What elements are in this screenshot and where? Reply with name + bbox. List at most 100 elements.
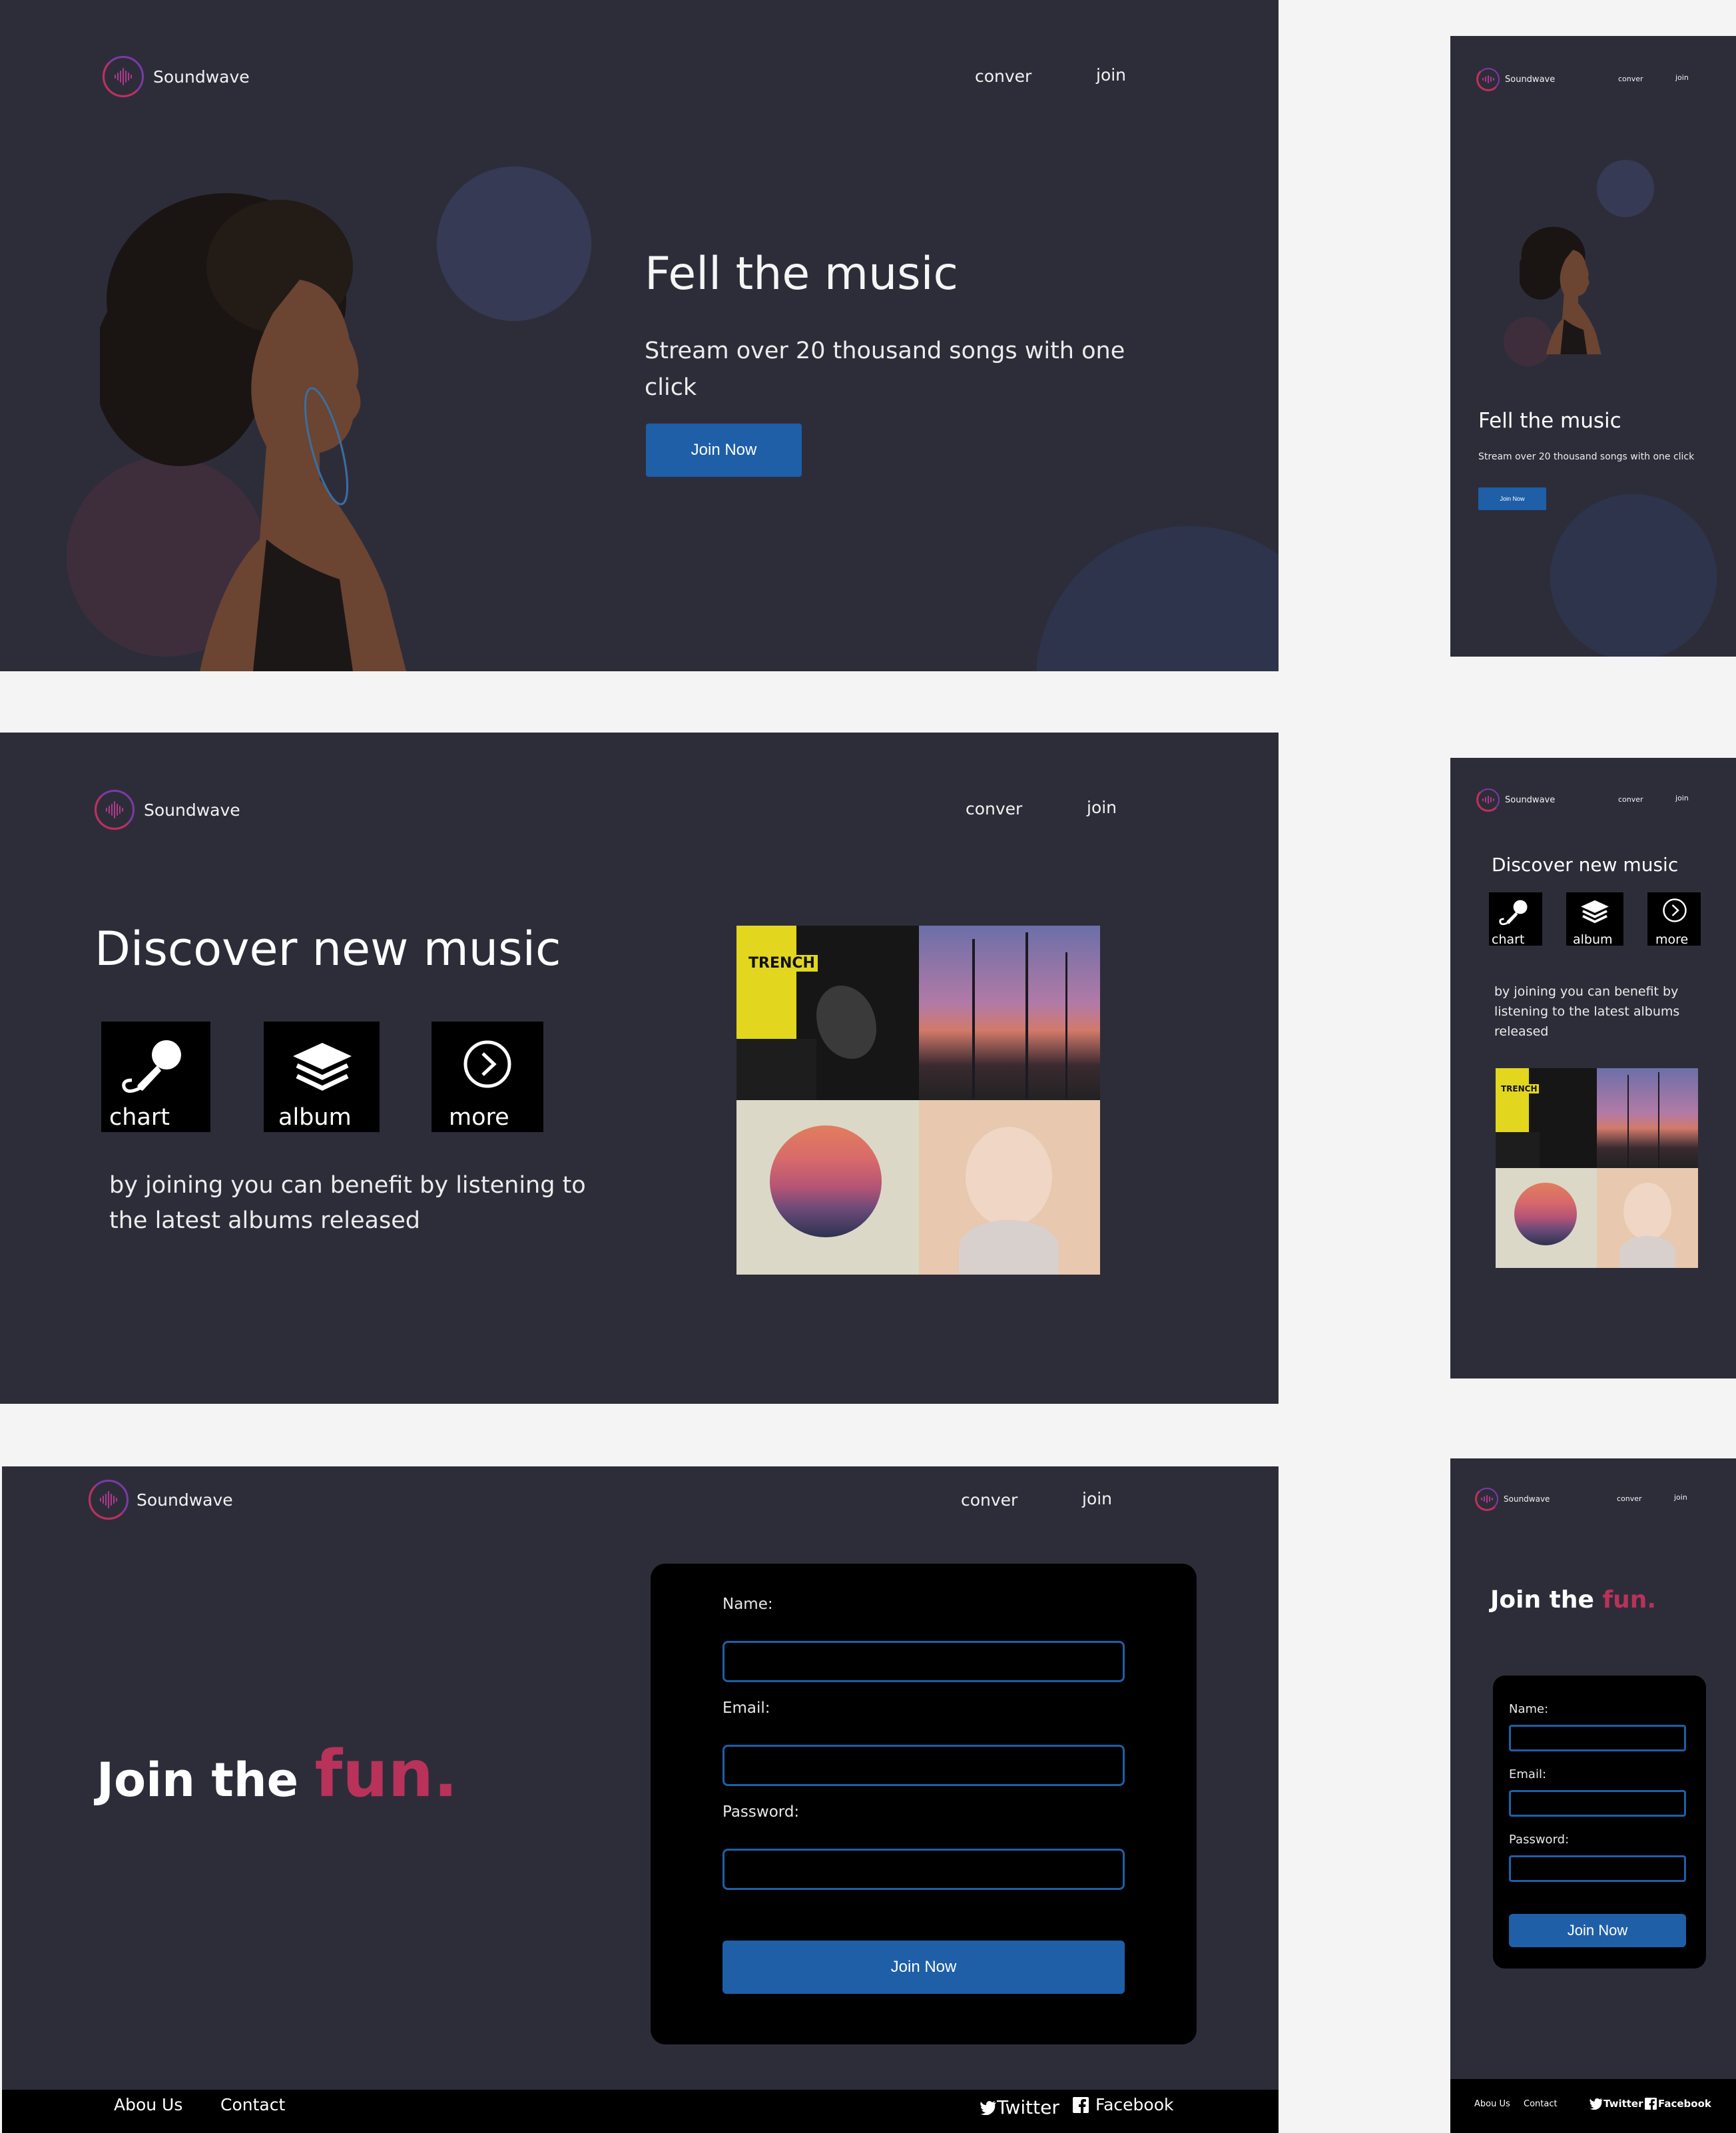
signup-form: Name: Email: Password: Join Now (1493, 1676, 1706, 1969)
palm-trees-album-cover[interactable] (919, 926, 1100, 1100)
email-input[interactable] (723, 1745, 1125, 1786)
brand-logo[interactable]: Soundwave (1476, 67, 1556, 91)
hero-join-now-button[interactable]: Join Now (1478, 487, 1546, 510)
album-tile-label: album (1573, 932, 1613, 947)
album-grid: TRENCH (736, 926, 1100, 1275)
soundwave-logo-icon (89, 1480, 129, 1520)
trench-album-cover[interactable]: TRENCH (736, 926, 919, 1100)
brand-name: Soundwave (144, 800, 240, 820)
nav-link-join[interactable]: join (1087, 798, 1117, 817)
nav-link-join[interactable]: join (1675, 73, 1689, 82)
twitter-icon (980, 2100, 996, 2115)
facebook-label: Facebook (1095, 2095, 1174, 2114)
join-title-accent: fun. (314, 1737, 458, 1811)
name-input[interactable] (723, 1641, 1125, 1682)
brand-logo[interactable]: Soundwave (95, 790, 240, 830)
brand-logo[interactable]: Soundwave (103, 56, 250, 97)
desktop-join-section: Soundwave conver join Join the fun. Name… (2, 1466, 1279, 2133)
discover-title: Discover new music (1492, 854, 1679, 876)
twitter-label: Twitter (997, 2096, 1059, 2118)
chevron-right-circle-icon (463, 1040, 511, 1088)
more-tile-label: more (449, 1104, 509, 1131)
password-input[interactable] (1509, 1855, 1686, 1882)
signup-join-now-button[interactable]: Join Now (723, 1941, 1125, 1994)
hero-woman-image (1520, 226, 1601, 355)
password-label: Password: (723, 1803, 800, 1821)
footer-contact-link[interactable]: Contact (1524, 2099, 1558, 2109)
album-tile[interactable]: album (264, 1022, 380, 1132)
footer-contact-link[interactable]: Contact (220, 2095, 285, 2114)
sunset-album-cover[interactable] (736, 1100, 919, 1275)
nav-link-conver[interactable]: conver (966, 799, 1022, 818)
password-label: Password: (1509, 1833, 1570, 1847)
portrait-album-cover[interactable] (919, 1100, 1100, 1275)
soundwave-logo-icon (1476, 788, 1500, 812)
trench-cover-text: TRENCH (746, 955, 818, 972)
nav-link-join[interactable]: join (1096, 65, 1126, 85)
album-tile[interactable]: album (1566, 892, 1623, 947)
footer-twitter-link[interactable]: Twitter (1589, 2098, 1643, 2110)
nav-link-conver[interactable]: conver (1618, 75, 1643, 83)
twitter-icon (1590, 2098, 1603, 2110)
trench-album-cover[interactable]: TRENCH (1496, 1068, 1597, 1168)
chevron-right-circle-icon (1663, 898, 1687, 922)
email-label: Email: (723, 1699, 770, 1717)
desktop-discover-section: Soundwave conver join Discover new music… (0, 733, 1279, 1404)
desktop-hero-section: Soundwave conver join Fell the music Str… (0, 0, 1279, 671)
nav-link-conver[interactable]: conver (961, 1490, 1017, 1510)
nav-link-conver[interactable]: conver (975, 67, 1031, 86)
name-label: Name: (1509, 1702, 1549, 1716)
nav-link-conver[interactable]: conver (1618, 795, 1643, 804)
brand-name: Soundwave (153, 67, 250, 87)
more-tile-label: more (1655, 932, 1689, 947)
brand-name: Soundwave (1504, 1494, 1550, 1504)
more-tile[interactable]: more (1647, 892, 1701, 947)
brand-name: Soundwave (1505, 74, 1556, 85)
join-title-accent: fun. (1602, 1586, 1657, 1614)
decorative-blue-circle-large (1550, 494, 1717, 657)
chart-tile-label: chart (1492, 932, 1525, 947)
email-input[interactable] (1509, 1790, 1686, 1817)
password-input[interactable] (723, 1849, 1125, 1890)
facebook-label: Facebook (1658, 2098, 1711, 2110)
footer: Abou Us Contact Twitter Facebook (1450, 2079, 1736, 2133)
footer: Abou Us Contact Twitter Facebook (2, 2090, 1279, 2133)
portrait-album-cover[interactable] (1597, 1168, 1698, 1268)
hero-join-now-button[interactable]: Join Now (646, 424, 802, 477)
brand-logo[interactable]: Soundwave (1475, 1487, 1550, 1511)
soundwave-logo-icon (1475, 1487, 1499, 1511)
nav-link-join[interactable]: join (1082, 1489, 1112, 1508)
nav-link-conver[interactable]: conver (1617, 1494, 1642, 1503)
soundwave-logo-icon (103, 56, 144, 97)
facebook-icon (1645, 2098, 1657, 2110)
twitter-label: Twitter (1603, 2098, 1643, 2110)
nav-link-join[interactable]: join (1675, 794, 1689, 802)
discover-description: by joining you can benefit by listening … (109, 1172, 586, 1234)
layers-icon (1581, 900, 1609, 924)
more-tile[interactable]: more (432, 1022, 543, 1132)
join-title-start: Join the (1490, 1586, 1594, 1614)
join-title: Join the fun. (1490, 1586, 1656, 1614)
footer-facebook-link[interactable]: Facebook (1645, 2098, 1711, 2110)
brand-name: Soundwave (137, 1490, 233, 1510)
name-input[interactable] (1509, 1725, 1686, 1751)
footer-about-link[interactable]: Abou Us (1474, 2099, 1510, 2109)
nav-link-join[interactable]: join (1674, 1493, 1687, 1502)
footer-about-link[interactable]: Abou Us (114, 2095, 182, 2114)
mobile-hero-section: Soundwave conver join Fell the music Str… (1450, 36, 1736, 657)
footer-twitter-link[interactable]: Twitter (980, 2096, 1059, 2118)
name-label: Name: (723, 1596, 773, 1613)
decorative-blue-circle-large (1036, 526, 1279, 671)
signup-form: Name: Email: Password: Join Now (651, 1564, 1197, 2044)
signup-join-now-button[interactable]: Join Now (1509, 1914, 1686, 1947)
palm-trees-album-cover[interactable] (1597, 1068, 1698, 1168)
layers-icon (293, 1043, 352, 1091)
discover-description: by joining you can benefit by listening … (1494, 984, 1680, 1039)
chart-tile[interactable]: chart (1489, 892, 1542, 947)
footer-facebook-link[interactable]: Facebook (1073, 2095, 1173, 2114)
chart-tile[interactable]: chart (101, 1022, 210, 1132)
brand-logo[interactable]: Soundwave (89, 1480, 233, 1520)
sunset-album-cover[interactable] (1496, 1168, 1597, 1268)
brand-logo[interactable]: Soundwave (1476, 788, 1555, 812)
email-label: Email: (1509, 1767, 1547, 1781)
